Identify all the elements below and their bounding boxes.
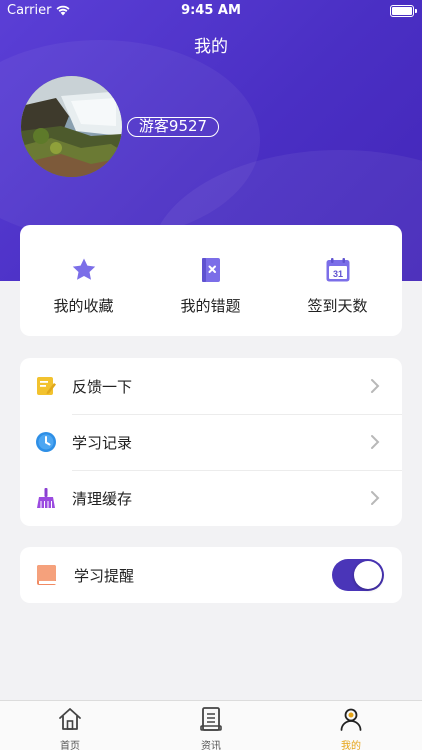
svg-text:31: 31 xyxy=(332,269,342,279)
tab-label: 首页 xyxy=(60,741,80,750)
menu-item-feedback[interactable]: 反馈一下 xyxy=(20,358,402,414)
calendar-icon: 31 xyxy=(326,258,349,282)
tab-profile[interactable]: 我的 xyxy=(311,701,391,750)
clock-icon xyxy=(36,432,56,452)
chevron-right-icon xyxy=(371,435,380,449)
status-time: 9:45 AM xyxy=(181,3,241,18)
tab-news[interactable]: 资讯 xyxy=(171,701,251,750)
home-icon xyxy=(59,708,81,730)
menu-item-label: 清理缓存 xyxy=(72,490,133,508)
broom-icon xyxy=(37,488,55,508)
page-title: 我的 xyxy=(194,37,228,57)
chevron-right-icon xyxy=(371,491,380,505)
toggle-knob xyxy=(354,561,382,589)
tab-label: 我的 xyxy=(341,741,361,750)
reminder-toggle[interactable] xyxy=(332,559,384,591)
reminder-row: 学习提醒 xyxy=(20,547,402,603)
tab-bar: 首页 资讯 我的 xyxy=(0,700,422,750)
reminder-label: 学习提醒 xyxy=(74,567,135,585)
battery-icon xyxy=(390,5,417,17)
username-badge[interactable]: 游客9527 xyxy=(127,117,219,137)
profile-icon xyxy=(340,708,362,731)
reminder-card: 学习提醒 xyxy=(20,547,402,603)
stat-checkin-days[interactable]: 31 签到天数 xyxy=(274,225,401,336)
tab-home[interactable]: 首页 xyxy=(30,701,110,750)
wrong-notebook-icon xyxy=(201,258,220,282)
avatar[interactable] xyxy=(21,76,122,177)
news-icon xyxy=(200,707,222,731)
star-icon xyxy=(72,258,95,280)
stat-favorites[interactable]: 我的收藏 xyxy=(20,225,147,336)
stat-label: 我的错题 xyxy=(180,297,241,315)
menu-item-clear-cache[interactable]: 清理缓存 xyxy=(20,470,402,526)
book-icon xyxy=(37,565,56,585)
menu-item-label: 学习记录 xyxy=(72,434,133,452)
stat-label: 我的收藏 xyxy=(53,297,114,315)
status-bar: Carrier 9:45 AM xyxy=(0,0,422,22)
menu-item-label: 反馈一下 xyxy=(72,378,133,396)
stats-card: 我的收藏 我的错题 31 签到天数 xyxy=(20,225,402,336)
avatar-landscape-image xyxy=(21,76,122,177)
menu-item-study-record[interactable]: 学习记录 xyxy=(20,414,402,470)
tab-label: 资讯 xyxy=(201,741,221,750)
chevron-right-icon xyxy=(371,379,380,393)
stat-wrong-questions[interactable]: 我的错题 xyxy=(147,225,274,336)
settings-list-card: 反馈一下 学习记录 清理缓存 xyxy=(20,358,402,526)
feedback-note-icon xyxy=(37,377,56,395)
stat-label: 签到天数 xyxy=(307,297,368,315)
